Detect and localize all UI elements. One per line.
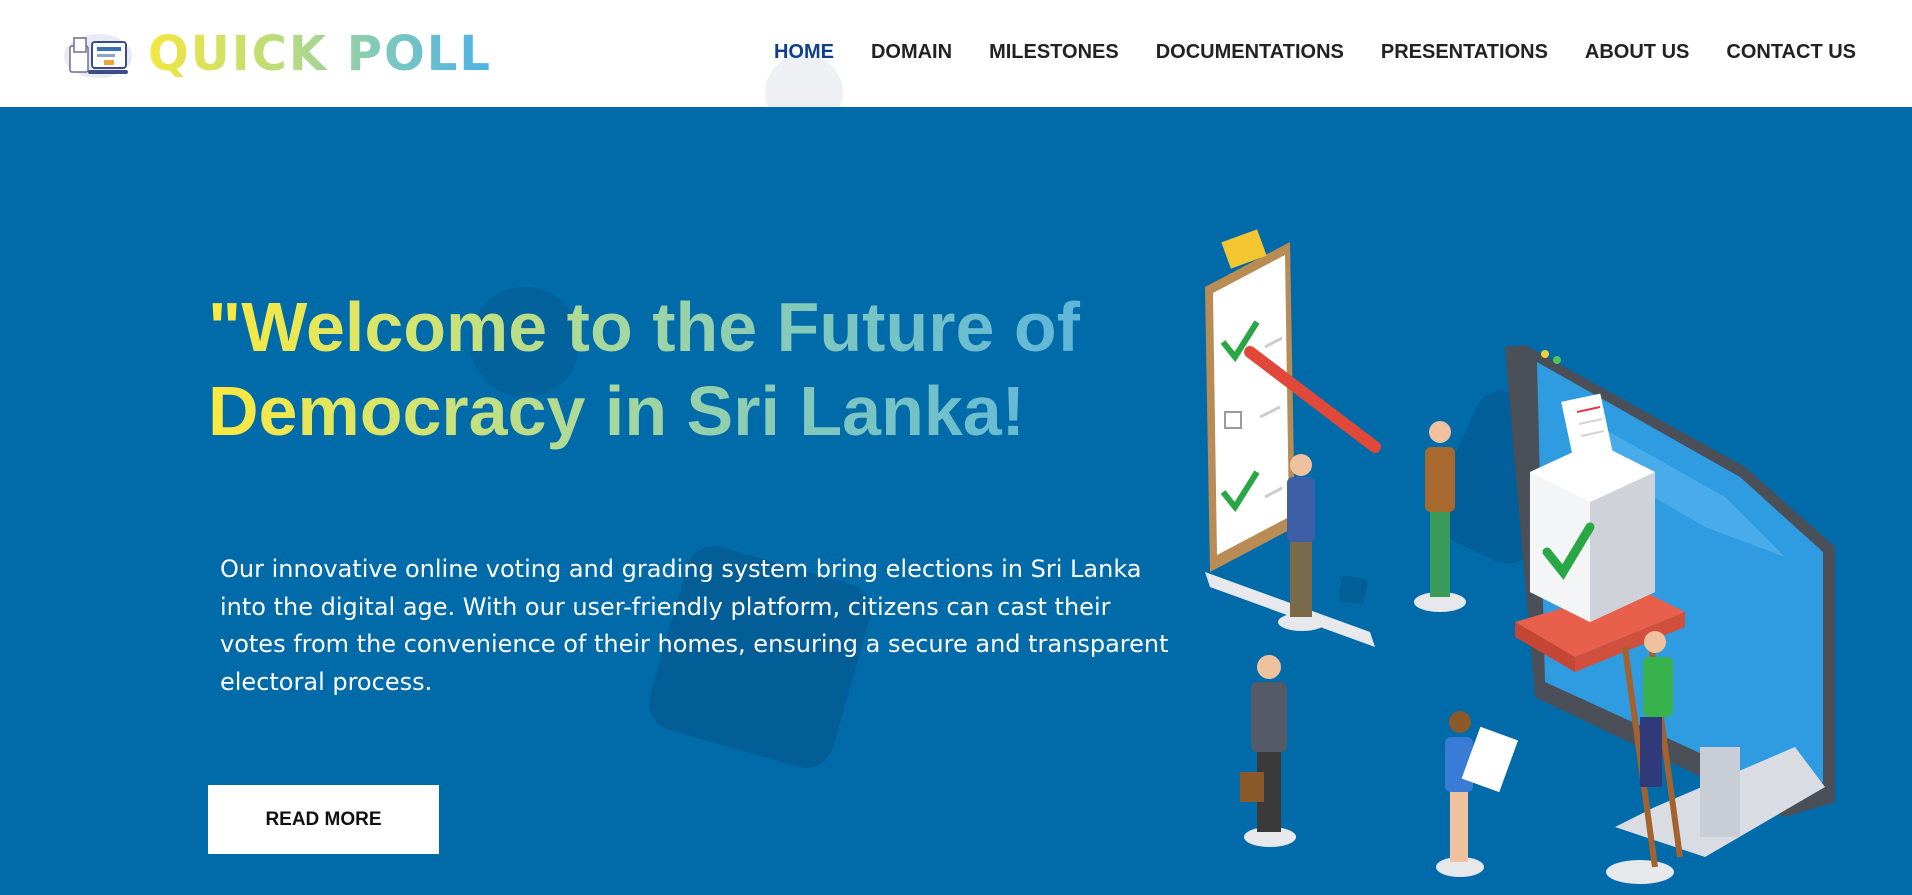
nav-about-us[interactable]: ABOUT US xyxy=(1585,41,1689,64)
hero-title-line-1: "Welcome to the Future of xyxy=(208,288,1080,366)
online-voting-illustration xyxy=(1205,229,1835,884)
page: QUICK POLL HOME DOMAIN MILESTONES DOCUME… xyxy=(0,0,1912,895)
nav-documentations[interactable]: DOCUMENTATIONS xyxy=(1156,41,1344,64)
hero-section: "Welcome to the Future of Democracy in S… xyxy=(0,107,1912,895)
hero-title: "Welcome to the Future of Democracy in S… xyxy=(208,285,1108,453)
hero-description: Our innovative online voting and grading… xyxy=(220,555,1169,696)
nav-contact-us[interactable]: CONTACT US xyxy=(1726,41,1856,64)
ballot-logo-icon xyxy=(64,34,132,78)
main-nav: HOME DOMAIN MILESTONES DOCUMENTATIONS PR… xyxy=(737,0,1856,107)
hero-title-line-2: Democracy in Sri Lanka! xyxy=(208,372,1025,450)
logo-text: QUICK POLL xyxy=(148,26,492,82)
nav-presentations[interactable]: PRESENTATIONS xyxy=(1381,41,1548,64)
nav-milestones[interactable]: MILESTONES xyxy=(989,41,1119,64)
nav-domain[interactable]: DOMAIN xyxy=(871,41,952,64)
read-more-button[interactable]: READ MORE xyxy=(208,785,439,854)
logo-link[interactable]: QUICK POLL xyxy=(62,28,492,80)
nav-home[interactable]: HOME xyxy=(774,41,834,64)
site-header: QUICK POLL HOME DOMAIN MILESTONES DOCUME… xyxy=(0,0,1912,132)
